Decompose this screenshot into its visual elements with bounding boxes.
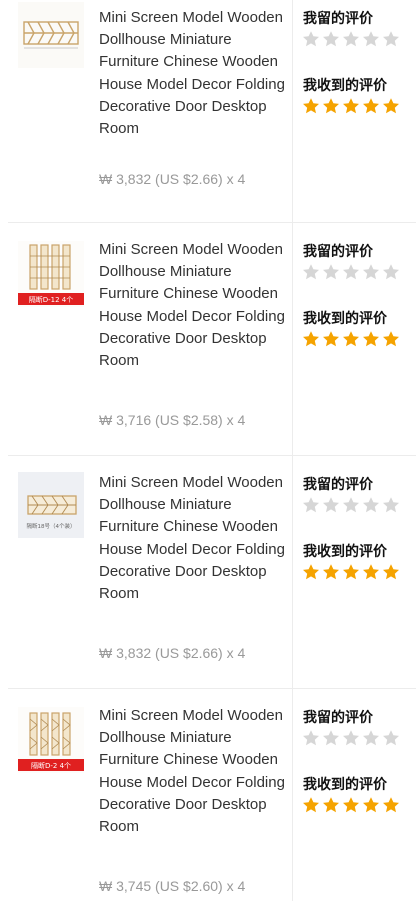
my-review-label: 我留的评价: [303, 710, 373, 726]
column-divider: [292, 0, 293, 223]
received-review-label: 我收到的评价: [303, 78, 387, 94]
list-item[interactable]: Mini Screen Model Wooden Dollhouse Minia…: [0, 0, 416, 223]
my-review-label: 我留的评价: [303, 11, 373, 27]
thumbnail-caption: 隔断18号（4个装）: [27, 522, 76, 530]
received-review-label: 我收到的评价: [303, 311, 387, 327]
wooden-screen-panels-image: 隔断D-2 4个: [18, 707, 84, 773]
list-item[interactable]: 隔断D-2 4个 Mini Screen Model Wooden Dollho…: [0, 689, 416, 901]
star-empty-icon[interactable]: [302, 496, 320, 514]
product-price: ₩ 3,832 (US $2.66) x 4: [99, 171, 246, 187]
column-divider: [292, 456, 293, 689]
star-filled-icon: [323, 797, 339, 813]
star-filled-icon: [383, 331, 399, 347]
star-empty-icon[interactable]: [322, 729, 340, 747]
my-review-label: 我留的评价: [303, 477, 373, 493]
wooden-screen-panel-image: 隔断18号（4个装）: [18, 472, 84, 538]
star-empty-icon[interactable]: [342, 729, 360, 747]
star-filled-icon: [303, 564, 319, 580]
star-filled-icon: [363, 98, 379, 114]
star-empty-icon[interactable]: [302, 263, 320, 281]
received-review-stars: [302, 563, 400, 581]
order-review-list: Mini Screen Model Wooden Dollhouse Minia…: [0, 0, 416, 901]
my-review-stars[interactable]: [302, 496, 400, 514]
product-thumbnail[interactable]: [18, 2, 84, 68]
star-empty-icon[interactable]: [362, 496, 380, 514]
my-review-stars[interactable]: [302, 30, 400, 48]
star-filled-icon: [383, 98, 399, 114]
product-title[interactable]: Mini Screen Model Wooden Dollhouse Minia…: [99, 7, 287, 140]
star-filled-icon: [363, 331, 379, 347]
product-thumbnail[interactable]: 隔断D-12 4个: [18, 241, 84, 307]
list-item[interactable]: 隔断D-12 4个 Mini Screen Model Wooden Dollh…: [0, 223, 416, 456]
star-filled-icon: [323, 564, 339, 580]
star-filled-icon: [303, 98, 319, 114]
star-filled-icon: [343, 98, 359, 114]
wooden-screen-panel-image: [18, 2, 84, 68]
my-review-label: 我留的评价: [303, 244, 373, 260]
star-filled-icon: [383, 564, 399, 580]
received-review-stars: [302, 796, 400, 814]
star-filled-icon: [343, 564, 359, 580]
star-empty-icon[interactable]: [342, 496, 360, 514]
received-review-stars: [302, 97, 400, 115]
star-filled-icon: [383, 797, 399, 813]
product-title[interactable]: Mini Screen Model Wooden Dollhouse Minia…: [99, 239, 287, 372]
star-empty-icon[interactable]: [362, 30, 380, 48]
received-review-label: 我收到的评价: [303, 777, 387, 793]
my-review-stars[interactable]: [302, 729, 400, 747]
star-filled-icon: [363, 564, 379, 580]
star-filled-icon: [323, 98, 339, 114]
product-price: ₩ 3,832 (US $2.66) x 4: [99, 645, 246, 661]
star-empty-icon[interactable]: [382, 30, 400, 48]
my-review-stars[interactable]: [302, 263, 400, 281]
received-review-label: 我收到的评价: [303, 544, 387, 560]
star-empty-icon[interactable]: [322, 263, 340, 281]
thumbnail-caption: 隔断D-12 4个: [29, 295, 74, 304]
star-filled-icon: [363, 797, 379, 813]
star-empty-icon[interactable]: [342, 263, 360, 281]
star-empty-icon[interactable]: [322, 496, 340, 514]
star-empty-icon[interactable]: [362, 729, 380, 747]
star-empty-icon[interactable]: [382, 496, 400, 514]
column-divider: [292, 689, 293, 901]
product-title[interactable]: Mini Screen Model Wooden Dollhouse Minia…: [99, 705, 287, 838]
product-price: ₩ 3,745 (US $2.60) x 4: [99, 878, 246, 894]
star-filled-icon: [303, 797, 319, 813]
wooden-screen-panels-image: 隔断D-12 4个: [18, 241, 84, 307]
product-thumbnail[interactable]: 隔断18号（4个装）: [18, 472, 84, 538]
star-empty-icon[interactable]: [322, 30, 340, 48]
received-review-stars: [302, 330, 400, 348]
star-empty-icon[interactable]: [342, 30, 360, 48]
star-filled-icon: [343, 331, 359, 347]
product-thumbnail[interactable]: 隔断D-2 4个: [18, 707, 84, 773]
star-empty-icon[interactable]: [302, 729, 320, 747]
star-empty-icon[interactable]: [382, 263, 400, 281]
star-empty-icon[interactable]: [362, 263, 380, 281]
thumbnail-caption: 隔断D-2 4个: [31, 761, 71, 770]
column-divider: [292, 223, 293, 456]
star-filled-icon: [343, 797, 359, 813]
product-price: ₩ 3,716 (US $2.58) x 4: [99, 412, 246, 428]
product-title[interactable]: Mini Screen Model Wooden Dollhouse Minia…: [99, 472, 287, 605]
star-empty-icon[interactable]: [302, 30, 320, 48]
star-empty-icon[interactable]: [382, 729, 400, 747]
list-item[interactable]: 隔断18号（4个装） Mini Screen Model Wooden Doll…: [0, 456, 416, 689]
star-filled-icon: [323, 331, 339, 347]
star-filled-icon: [303, 331, 319, 347]
